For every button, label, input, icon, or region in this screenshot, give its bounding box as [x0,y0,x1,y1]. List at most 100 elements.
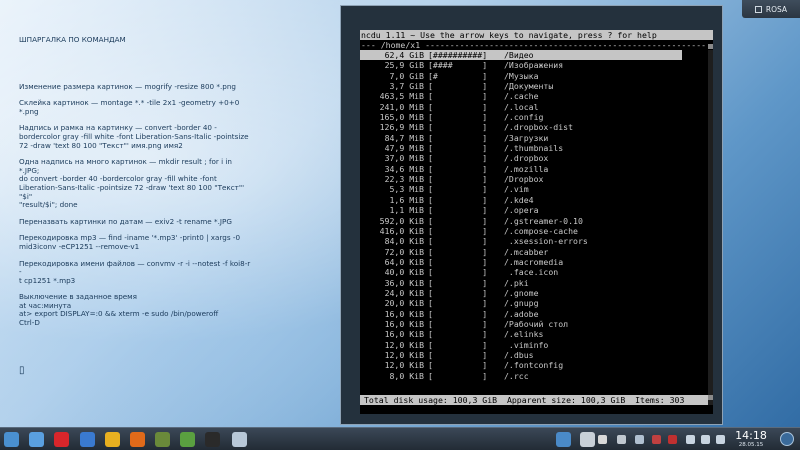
ncdu-size: 24,0 KiB [384,287,424,298]
ncdu-row[interactable]: 416,0 KiB [ ] /.compose-cache [360,226,713,236]
files-icon[interactable] [232,432,247,447]
terminal-view[interactable]: ncdu 1.11 ~ Use the arrow keys to naviga… [360,30,713,414]
ncdu-row[interactable]: 126,9 MiB [ ] /.dropbox-dist [360,122,713,132]
ncdu-name: /.dbus [504,349,534,360]
firefox-icon[interactable] [130,432,145,447]
desktop-file-icon[interactable]: ▯ [19,365,29,377]
clipboard-icon[interactable] [580,432,595,447]
ncdu-size: 463,5 MiB [379,91,424,102]
ncdu-bar: [ ] [428,205,488,216]
ncdu-size: 47,9 MiB [384,143,424,154]
ncdu-name: /Dropbox [504,174,544,185]
ncdu-row[interactable]: 3,7 GiB [ ] /Документы [360,81,713,91]
ncdu-row[interactable]: 47,9 MiB [ ] /.thumbnails [360,143,713,153]
note-line: Перекодировка имени файлов — convmv -r -… [19,258,253,277]
ncdu-size: 84,7 MiB [384,132,424,143]
user-icon [754,5,762,13]
ncdu-name: .xsession-errors [504,236,588,247]
ncdu-row[interactable]: 16,0 KiB [ ] /.elinks [360,329,713,339]
volume-icon[interactable] [686,435,695,444]
note-line: at> export DISPLAY=:0 && xterm -e sudo /… [19,309,219,319]
opera-icon[interactable] [54,432,69,447]
ncdu-row[interactable]: 16,0 KiB [ ] /.adobe [360,309,713,319]
ncdu-name: /.gstreamer-0.10 [504,215,583,226]
ncdu-path-line: --- /home/x1 ---------------------------… [361,40,707,50]
ncdu-row[interactable]: 20,0 KiB [ ] /.gnupg [360,298,713,308]
close-icon[interactable] [652,435,661,444]
ncdu-row[interactable]: 12,0 KiB [ ] /.fontconfig [360,360,713,370]
ncdu-row[interactable]: 25,9 GiB [#### ] /Изображения [360,60,713,70]
ncdu-size: 1,6 MiB [389,194,424,205]
opera-beta-icon[interactable] [80,432,95,447]
desktop-notes: ШПАРГАЛКА ПО КОМАНДАМ Изменение размера … [19,35,253,336]
ncdu-row[interactable]: 5,3 MiB [ ] /.vim [360,184,713,194]
ncdu-row[interactable]: 1,1 MiB [ ] /.opera [360,205,713,215]
ncdu-row[interactable]: 22,3 MiB [ ] /Dropbox [360,174,713,184]
ncdu-row[interactable]: 84,7 MiB [ ] /Загрузки [360,133,713,143]
media-player-icon[interactable] [155,432,170,447]
rosa-menu-icon[interactable] [4,432,19,447]
ncdu-header: ncdu 1.11 ~ Use the arrow keys to naviga… [360,30,713,40]
ncdu-size: 36,0 KiB [384,277,424,288]
terminal-window[interactable]: ncdu 1.11 ~ Use the arrow keys to naviga… [340,5,723,425]
ncdu-row[interactable]: 7,0 GiB [# ] /Музыка [360,71,713,81]
ncdu-row[interactable]: 165,0 MiB [ ] /.config [360,112,713,122]
ncdu-row[interactable]: 84,0 KiB [ ] .xsession-errors [360,236,713,246]
ncdu-size: 72,0 KiB [384,246,424,257]
ncdu-row[interactable]: 592,0 KiB [ ] /.gstreamer-0.10 [360,216,713,226]
ncdu-name: /.local [504,101,539,112]
note-line: Изменение размера картинок — mogrify -re… [19,81,236,91]
scroll-down-arrow-icon[interactable] [708,395,713,400]
video-player-icon[interactable] [180,432,195,447]
screenshot-icon[interactable] [556,432,571,447]
network-icon[interactable] [635,435,644,444]
ncdu-row[interactable]: 72,0 KiB [ ] /.mcabber [360,247,713,257]
ncdu-row[interactable]: 64,0 KiB [ ] /.macromedia [360,257,713,267]
scroll-up-arrow-icon[interactable] [708,44,713,49]
ncdu-row[interactable]: 241,0 MiB [ ] /.local [360,102,713,112]
usb-icon[interactable] [617,435,626,444]
ncdu-bar: [ ] [428,318,488,329]
ncdu-bar: [ ] [428,308,488,319]
terminal-icon[interactable] [205,432,220,447]
note-line: 72 -draw 'text 80 100 "Текст"' имя.png и… [19,140,183,150]
ncdu-bar: [ ] [428,370,488,381]
clock[interactable]: 14:18 28.05.15 [729,429,773,449]
ncdu-row[interactable]: 12,0 KiB [ ] .viminfo [360,340,713,350]
ncdu-row[interactable]: 40,0 KiB [ ] .face.icon [360,267,713,277]
notes-body: Изменение размера картинок — mogrify -re… [19,81,253,336]
ncdu-name: /Загрузки [504,132,549,143]
ncdu-row[interactable]: 62,4 GiB [##########] /Видео [360,50,682,61]
ncdu-name: /.opera [504,205,539,216]
ncdu-file-list[interactable]: 62,4 GiB [##########] /Видео 25,9 GiB [#### … [360,50,713,381]
ncdu-row[interactable]: 8,0 KiB [ ] /.rcc [360,371,713,381]
ncdu-bar: [ ] [428,349,488,360]
terminal-scrollbar[interactable] [708,50,713,405]
ncdu-size: 20,0 KiB [384,298,424,309]
ncdu-name: /Рабочий стол [504,318,569,329]
keyboard-layout-icon[interactable] [668,435,677,444]
battery-icon[interactable] [716,435,725,444]
ncdu-name: /.gnome [504,287,539,298]
ncdu-row[interactable]: 463,5 MiB [ ] /.cache [360,91,713,101]
ncdu-bar: [ ] [428,215,488,226]
ncdu-row[interactable]: 16,0 KiB [ ] /Рабочий стол [360,319,713,329]
notes-icon[interactable] [598,435,607,444]
ncdu-bar: [ ] [428,143,488,154]
ncdu-row[interactable]: 34,6 MiB [ ] /.mozilla [360,164,713,174]
ncdu-name: .face.icon [504,267,559,278]
ncdu-row[interactable]: 36,0 KiB [ ] /.pki [360,278,713,288]
ncdu-row[interactable]: 1,6 MiB [ ] /.kde4 [360,195,713,205]
ncdu-row[interactable]: 24,0 KiB [ ] /.gnome [360,288,713,298]
ncdu-row[interactable]: 12,0 KiB [ ] /.dbus [360,350,713,360]
user-panel[interactable]: ROSA [742,0,800,18]
ncdu-row[interactable]: 37,0 MiB [ ] /.dropbox [360,153,713,163]
wifi-icon[interactable] [701,435,710,444]
ncdu-name: /.cache [504,91,539,102]
note-line: "result/$i"; done [19,200,78,210]
ncdu-name: /.dropbox [504,153,549,164]
home-folder-icon[interactable] [29,432,44,447]
chrome-icon[interactable] [105,432,120,447]
show-desktop-icon[interactable] [780,432,794,446]
ncdu-bar: [ ] [428,298,488,309]
